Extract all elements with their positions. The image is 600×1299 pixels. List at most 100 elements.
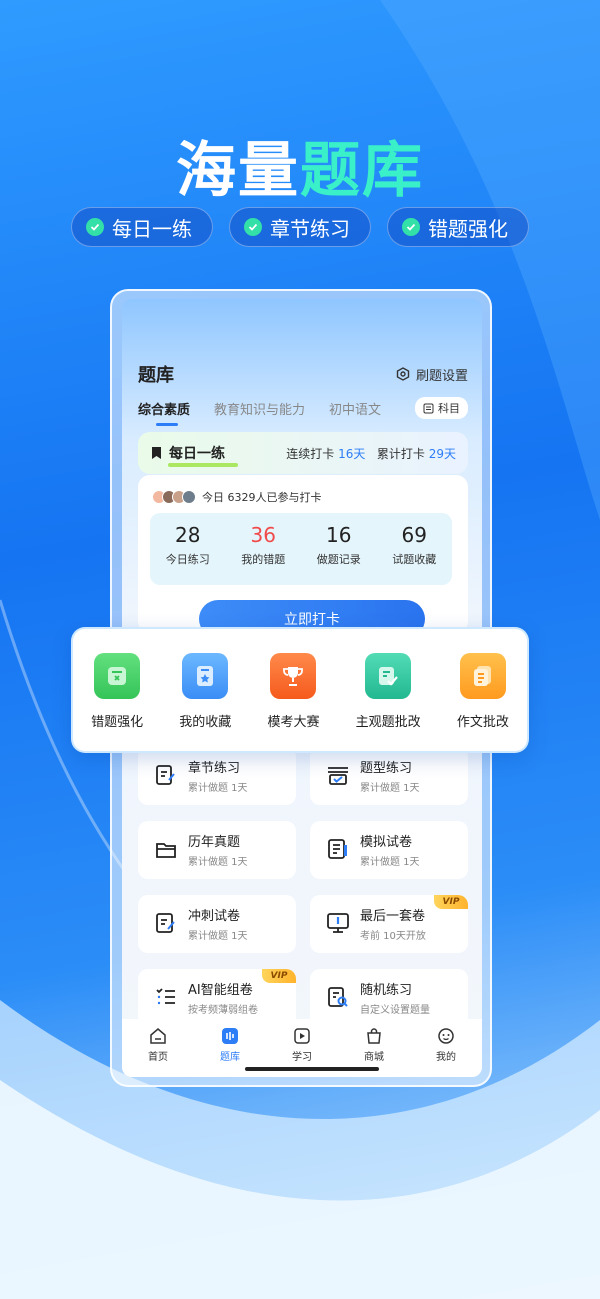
total-value: 29天 — [428, 446, 456, 461]
tool-label: 主观题批改 — [355, 715, 421, 730]
practice-card-mock-exam[interactable]: 模拟试卷 累计做题 1天 — [310, 821, 468, 879]
profile-face-icon — [438, 1028, 454, 1044]
stat-wrong-answers[interactable]: 36 我的错题 — [226, 513, 302, 585]
sprint-exam-icon — [156, 913, 175, 933]
check-icon — [402, 218, 420, 236]
card-title: 模拟试卷 — [360, 835, 413, 850]
stat-label: 试题收藏 — [392, 553, 437, 566]
trophy-icon — [270, 653, 317, 699]
stat-favorites[interactable]: 69 试题收藏 — [377, 513, 453, 585]
pill-label: 章节练习 — [270, 216, 350, 241]
subjective-grading-icon — [365, 653, 412, 699]
check-icon — [244, 218, 262, 236]
vip-badge: VIP — [262, 969, 296, 983]
check-icon — [86, 218, 104, 236]
subject-button[interactable]: 科目 — [415, 397, 468, 419]
tab-label: 题库 — [220, 1052, 240, 1063]
feature-pill-chapter: 章节练习 — [229, 207, 371, 247]
card-subtitle: 累计做题 1天 — [360, 857, 420, 868]
streak-value: 16天 — [338, 446, 366, 461]
tool-label: 作文批改 — [456, 715, 509, 730]
mock-exam-icon — [328, 839, 347, 859]
daily-practice-bar[interactable]: 每日一练 连续打卡 16天 累计打卡 29天 — [138, 432, 468, 474]
essay-grading-icon — [459, 653, 506, 699]
stats-box: 28 今日练习 36 我的错题 16 做题记录 69 试题收藏 — [150, 513, 452, 585]
promo-headline: 海量题库 — [0, 122, 600, 209]
subject-tabs: 综合素质 教育知识与能力 初中语文 科目 — [138, 397, 468, 426]
card-subtitle: 自定义设置题量 — [360, 1005, 430, 1016]
practice-card-chapter[interactable]: 章节练习 累计做题 1天 — [138, 747, 296, 805]
vip-badge: VIP — [434, 895, 468, 909]
tab-label: 商城 — [364, 1052, 384, 1063]
home-indicator — [245, 1067, 379, 1071]
bookmark-icon — [152, 447, 161, 459]
chapter-practice-icon — [156, 765, 175, 785]
card-title: 章节练习 — [188, 761, 241, 776]
final-exam-icon — [327, 913, 349, 933]
tab-label: 首页 — [148, 1052, 168, 1063]
tab-mine[interactable]: 我的 — [421, 1027, 471, 1077]
past-exams-icon — [156, 843, 176, 858]
card-title: 随机练习 — [360, 983, 413, 998]
tool-mock-contest[interactable]: 模考大赛 — [267, 653, 319, 751]
stat-label: 我的错题 — [241, 553, 286, 566]
tool-label: 错题强化 — [91, 715, 144, 730]
practice-card-sprint[interactable]: 冲刺试卷 累计做题 1天 — [138, 895, 296, 953]
question-bank-icon — [222, 1028, 238, 1044]
tool-essay-grading[interactable]: 作文批改 — [457, 653, 509, 751]
favorites-icon — [182, 653, 229, 699]
tool-wrong-answers[interactable]: 错题强化 — [91, 653, 143, 751]
card-subtitle: 累计做题 1天 — [188, 857, 248, 868]
stat-label: 今日练习 — [165, 553, 210, 566]
card-title: 最后一套卷 — [360, 909, 426, 924]
tools-panel: 错题强化 我的收藏 模考大赛 主观题批改 作文批改 — [71, 627, 529, 753]
stat-value: 36 — [250, 523, 276, 547]
question-type-icon — [328, 767, 348, 785]
feature-pill-wrong: 错题强化 — [387, 207, 529, 247]
card-title: 历年真题 — [188, 835, 241, 850]
shopping-bag-icon — [367, 1028, 381, 1044]
settings-label: 刷题设置 — [415, 368, 468, 384]
stat-value: 28 — [175, 523, 201, 547]
total-label: 累计打卡 — [376, 446, 425, 461]
practice-card-final[interactable]: 最后一套卷 考前 10天开放 VIP — [310, 895, 468, 953]
tab-education[interactable]: 教育知识与能力 — [214, 399, 305, 418]
random-practice-icon — [328, 987, 348, 1007]
settings-button[interactable]: 刷题设置 — [396, 365, 468, 384]
tool-subjective-grading[interactable]: 主观题批改 — [356, 653, 421, 751]
tab-home[interactable]: 首页 — [133, 1027, 183, 1077]
practice-card-past-exams[interactable]: 历年真题 累计做题 1天 — [138, 821, 296, 879]
subject-label: 科目 — [438, 402, 460, 415]
card-subtitle: 考前 10天开放 — [360, 931, 426, 942]
avatar-group — [152, 490, 196, 504]
play-video-icon — [294, 1028, 310, 1044]
card-title: 题型练习 — [360, 761, 413, 776]
tab-chinese[interactable]: 初中语文 — [329, 399, 381, 418]
card-subtitle: 累计做题 1天 — [188, 783, 248, 794]
practice-card-question-type[interactable]: 题型练习 累计做题 1天 — [310, 747, 468, 805]
tool-label: 模考大赛 — [267, 715, 320, 730]
card-title: AI智能组卷 — [188, 983, 253, 998]
card-subtitle: 累计做题 1天 — [360, 783, 420, 794]
page-title: 题库 — [138, 365, 174, 386]
header: 题库 刷题设置 — [138, 361, 468, 387]
card-subtitle: 累计做题 1天 — [188, 931, 248, 942]
feature-pill-daily: 每日一练 — [71, 207, 213, 247]
feature-pills: 每日一练 章节练习 错题强化 — [0, 207, 600, 247]
stat-records[interactable]: 16 做题记录 — [301, 513, 377, 585]
card-subtitle: 按考频薄弱组卷 — [188, 1005, 258, 1016]
stat-today-practice[interactable]: 28 今日练习 — [150, 513, 226, 585]
wrong-answer-icon — [94, 653, 141, 699]
checkin-stats: 连续打卡 16天 累计打卡 29天 — [286, 445, 456, 462]
highlight-stroke — [168, 463, 238, 467]
tool-favorites[interactable]: 我的收藏 — [179, 653, 231, 751]
participants-text: 今日 6329人已参与打卡 — [202, 491, 322, 504]
pill-label: 每日一练 — [112, 216, 192, 241]
headline-part1: 海量 — [176, 136, 300, 206]
tab-comprehensive[interactable]: 综合素质 — [138, 399, 190, 426]
stat-label: 做题记录 — [316, 553, 361, 566]
daily-label-text: 每日一练 — [169, 446, 225, 462]
card-title: 冲刺试卷 — [188, 909, 241, 924]
tab-label: 学习 — [292, 1052, 312, 1063]
tab-label: 我的 — [436, 1052, 456, 1063]
